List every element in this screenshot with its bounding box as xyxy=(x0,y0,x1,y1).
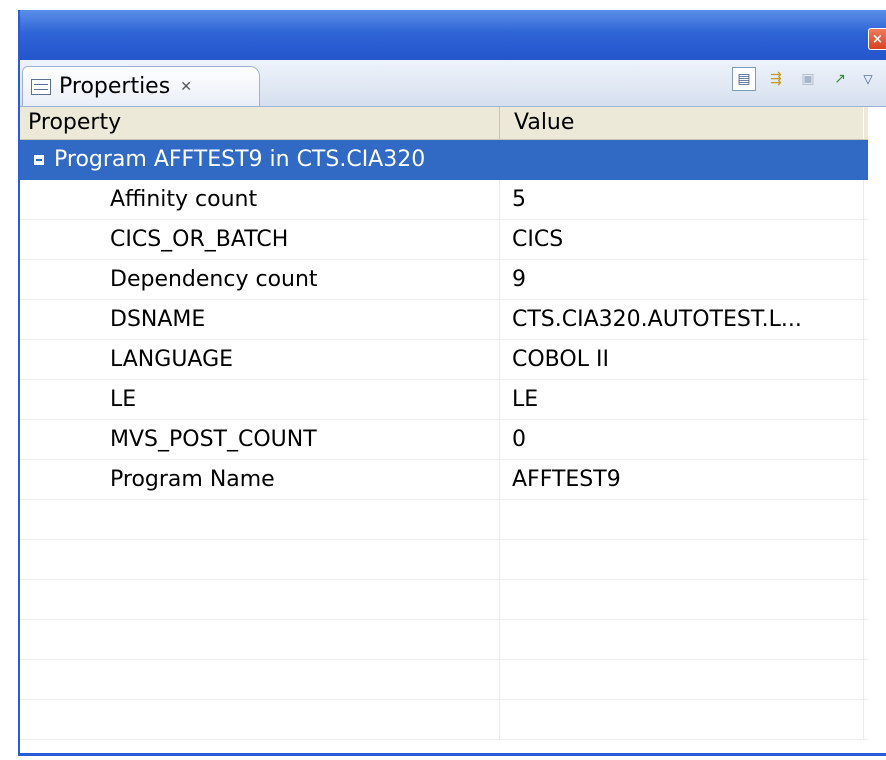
properties-table: Property Value Program AFFTEST9 in CTS.C… xyxy=(20,107,868,740)
table-row[interactable]: LANGUAGE COBOL II xyxy=(20,340,868,380)
empty-cell xyxy=(20,700,500,740)
property-name: LANGUAGE xyxy=(20,340,500,380)
empty-cell xyxy=(500,660,864,700)
close-window-button[interactable]: × xyxy=(868,28,886,50)
group-label: Program AFFTEST9 in CTS.CIA320 xyxy=(54,147,426,172)
property-name: Program Name xyxy=(20,460,500,500)
property-value[interactable]: AFFTEST9 xyxy=(500,460,864,500)
property-value[interactable]: 0 xyxy=(500,420,864,460)
view-menu-icon[interactable]: ▽ xyxy=(860,67,876,91)
property-name: LE xyxy=(20,380,500,420)
column-header-property[interactable]: Property xyxy=(20,107,500,139)
empty-row xyxy=(20,500,868,540)
empty-cell xyxy=(20,580,500,620)
restore-default-icon[interactable]: ▣ xyxy=(796,67,820,91)
property-name: DSNAME xyxy=(20,300,500,340)
title-bar[interactable]: × xyxy=(20,10,886,60)
table-row[interactable]: MVS_POST_COUNT 0 xyxy=(20,420,868,460)
table-row[interactable]: LE LE xyxy=(20,380,868,420)
property-name: Dependency count xyxy=(20,260,500,300)
empty-cell xyxy=(500,620,864,660)
empty-cell xyxy=(500,500,864,540)
tab-close-icon[interactable]: ✕ xyxy=(180,79,192,95)
collapse-icon[interactable] xyxy=(34,155,44,165)
empty-cell xyxy=(500,700,864,740)
property-value[interactable]: 5 xyxy=(500,180,864,220)
table-row[interactable]: Dependency count 9 xyxy=(20,260,868,300)
empty-cell xyxy=(500,540,864,580)
property-name: CICS_OR_BATCH xyxy=(20,220,500,260)
table-body: Program AFFTEST9 in CTS.CIA320 Affinity … xyxy=(20,140,868,740)
property-value[interactable]: CTS.CIA320.AUTOTEST.L... xyxy=(500,300,864,340)
empty-cell xyxy=(500,580,864,620)
close-icon: × xyxy=(872,31,883,47)
table-header: Property Value xyxy=(20,107,868,140)
empty-cell xyxy=(20,620,500,660)
view-tab-bar: Properties ✕ ▤ ⇶ ▣ ↗ ▽ xyxy=(20,60,886,107)
empty-row xyxy=(20,540,868,580)
table-row[interactable]: CICS_OR_BATCH CICS xyxy=(20,220,868,260)
column-header-value[interactable]: Value xyxy=(500,107,864,139)
empty-cell xyxy=(20,660,500,700)
properties-window: × Properties ✕ ▤ ⇶ ▣ ↗ ▽ Property Value … xyxy=(18,10,886,756)
view-toolbar: ▤ ⇶ ▣ ↗ ▽ xyxy=(732,64,876,94)
table-row[interactable]: DSNAME CTS.CIA320.AUTOTEST.L... xyxy=(20,300,868,340)
property-value[interactable]: 9 xyxy=(500,260,864,300)
tab-properties[interactable]: Properties ✕ xyxy=(22,66,260,106)
property-name: Affinity count xyxy=(20,180,500,220)
show-categories-icon[interactable]: ▤ xyxy=(732,67,756,91)
empty-row xyxy=(20,580,868,620)
table-row[interactable]: Affinity count 5 xyxy=(20,180,868,220)
properties-view-icon xyxy=(31,78,51,95)
empty-row xyxy=(20,660,868,700)
empty-cell xyxy=(20,500,500,540)
property-value[interactable]: CICS xyxy=(500,220,864,260)
property-value[interactable]: LE xyxy=(500,380,864,420)
pin-icon[interactable]: ↗ xyxy=(828,67,852,91)
table-row[interactable]: Program Name AFFTEST9 xyxy=(20,460,868,500)
show-advanced-icon[interactable]: ⇶ xyxy=(764,67,788,91)
empty-cell xyxy=(20,540,500,580)
tab-label: Properties xyxy=(59,74,171,99)
property-value[interactable]: COBOL II xyxy=(500,340,864,380)
group-row-program[interactable]: Program AFFTEST9 in CTS.CIA320 xyxy=(20,140,868,180)
property-name: MVS_POST_COUNT xyxy=(20,420,500,460)
empty-row xyxy=(20,700,868,740)
empty-row xyxy=(20,620,868,660)
group-value xyxy=(500,140,864,180)
group-cell: Program AFFTEST9 in CTS.CIA320 xyxy=(20,140,500,180)
